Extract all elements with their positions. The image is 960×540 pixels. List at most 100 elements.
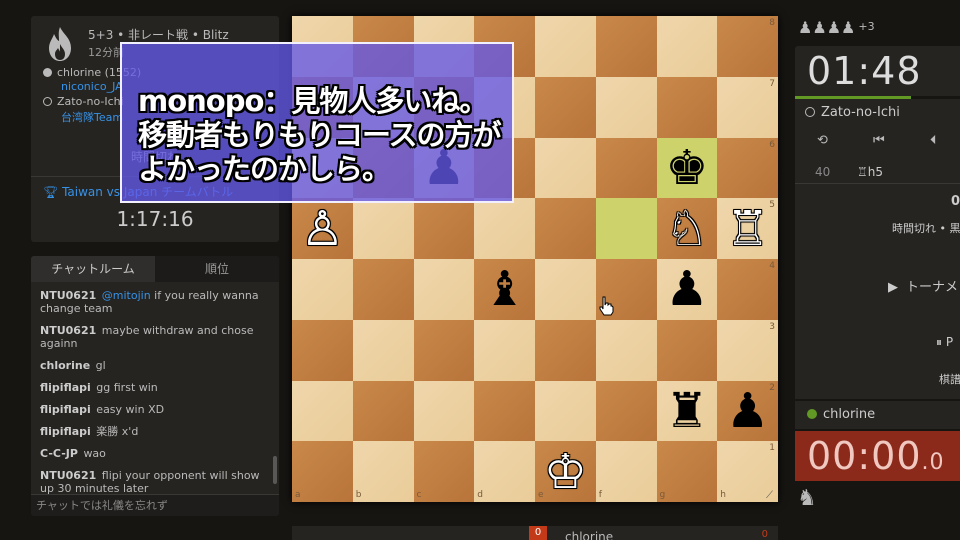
chat-username[interactable]: chlorine [40,359,90,372]
black-player-name[interactable]: Zato-no-Ichi [57,95,124,108]
square-g8[interactable] [656,16,718,77]
flip-board-icon[interactable]: ⟲ [817,133,828,148]
square-b1[interactable]: b [352,441,414,502]
square-g4[interactable]: ♟ [656,259,718,320]
chat-username[interactable]: NTU0621 [40,469,96,482]
square-a3[interactable] [292,319,353,381]
black-team-link[interactable]: 台湾隊Team [61,109,123,125]
arena-clock: 1:17:16 [116,207,194,231]
chat-username[interactable]: flipiflapi [40,381,91,394]
square-a5[interactable]: ♙ [292,198,353,259]
moves-panel: ⟲ ⏮ ⏴ 40 ♖h5 0 時間切れ • 黒 ▶ トーナメ ⏸ P 棋譜 [795,127,960,399]
square-g6[interactable]: ♚ [656,137,718,199]
square-c4[interactable] [413,259,475,320]
black-pawn-icon[interactable]: ♟ [717,381,778,442]
chat-username[interactable]: NTU0621 [40,289,96,302]
square-h6[interactable]: 6 [717,137,778,199]
move-row[interactable]: 40 ♖h5 [795,161,960,183]
square-d3[interactable] [474,319,535,381]
bottom-player[interactable]: chlorine [795,401,960,429]
black-player[interactable]: Zato-no-Ichi [43,95,124,108]
white-pawn-icon[interactable]: ♙ [292,198,353,259]
tab-ranking[interactable]: 順位 [155,256,279,282]
square-e7[interactable] [535,76,596,138]
chat-username[interactable]: C-C-JP [40,447,78,460]
square-b3[interactable] [352,319,414,381]
square-e6[interactable] [535,137,596,199]
square-c3[interactable] [413,319,475,381]
square-f7[interactable] [595,76,657,138]
square-f5[interactable] [595,198,657,259]
board-resize-handle[interactable]: ⟋ [766,490,773,501]
chat-input[interactable]: チャットでは礼儀を忘れず [31,494,279,516]
square-e3[interactable] [535,319,596,381]
online-dot-icon [807,409,817,419]
square-f1[interactable]: f [595,441,657,502]
square-e1[interactable]: e ♔ [535,441,596,502]
square-a4[interactable] [292,259,353,320]
square-c2[interactable] [413,380,475,442]
square-g3[interactable] [656,319,718,381]
chat-username[interactable]: NTU0621 [40,324,96,337]
square-f6[interactable] [595,137,657,199]
black-bishop-icon[interactable]: ♝ [474,259,535,320]
black-pawn-icon[interactable]: ♟ [657,259,718,320]
white-king-icon[interactable]: ♔ [535,441,596,502]
square-h4[interactable]: 4 [717,259,778,320]
square-e8[interactable] [535,16,596,77]
bottom-player-name[interactable]: chlorine [823,407,875,422]
chat-message: flipiflapi easy win XD [40,403,268,416]
square-g7[interactable] [656,76,718,138]
square-f4[interactable] [595,259,657,320]
square-g1[interactable]: g [656,441,718,502]
square-e5[interactable] [535,198,596,259]
knight-icon[interactable]: ♞ [797,486,817,511]
chat-message: C-C-JP wao [40,447,268,460]
square-c5[interactable] [413,198,475,259]
square-f3[interactable] [595,319,657,381]
square-g2[interactable]: ♜ [656,380,718,442]
tournament-button[interactable]: ▶ トーナメ [888,276,958,295]
top-player-name[interactable]: Zato-no-Ichi [821,105,900,120]
square-b2[interactable] [352,380,414,442]
square-d5[interactable] [474,198,535,259]
black-rook-icon[interactable]: ♜ [657,381,718,442]
tab-chat-room[interactable]: チャットルーム [31,256,155,282]
chat-message: NTU0621 @mitojin if you really wanna cha… [40,289,268,315]
chat-username[interactable]: flipiflapi [40,425,91,438]
square-h3[interactable]: 3 [717,319,778,381]
square-d1[interactable]: d [474,441,535,502]
square-d4[interactable]: ♝ [474,259,535,320]
square-g5[interactable]: ♘ [656,198,718,259]
black-king-icon[interactable]: ♚ [657,138,718,199]
square-h7[interactable]: 7 [717,76,778,138]
white-rook-icon[interactable]: ♖ [717,198,778,259]
pause-button[interactable]: ⏸ P [936,335,953,350]
square-h5[interactable]: 5 ♖ [717,198,778,259]
move-san[interactable]: ♖h5 [857,161,883,183]
square-a2[interactable] [292,380,353,442]
prev-move-icon[interactable]: ⏴ [930,133,937,148]
kifu-link[interactable]: 棋譜 [939,371,960,387]
square-f2[interactable] [595,380,657,442]
tournament-button-label[interactable]: トーナメ [906,280,958,295]
square-f8[interactable] [595,16,657,77]
square-a1[interactable]: a [292,441,353,502]
chat-mention[interactable]: @mitojin [102,289,151,302]
square-e2[interactable] [535,380,596,442]
white-team-link[interactable]: niconico_JA [61,80,123,93]
chat-scrollbar[interactable] [273,456,277,484]
square-c1[interactable]: c [413,441,475,502]
chat-message: NTU0621 flipi your opponent will show up… [40,469,268,495]
square-b5[interactable] [352,198,414,259]
square-d2[interactable] [474,380,535,442]
chat-username[interactable]: flipiflapi [40,403,91,416]
top-player[interactable]: Zato-no-Ichi [795,99,960,127]
game-time-ago: 12分前 [88,46,124,59]
square-h8[interactable]: 8 [717,16,778,77]
square-h2[interactable]: 2 ♟ [717,380,778,442]
square-e4[interactable] [535,259,596,320]
white-knight-icon[interactable]: ♘ [657,198,718,259]
square-b4[interactable] [352,259,414,320]
first-move-icon[interactable]: ⏮ [873,133,885,148]
